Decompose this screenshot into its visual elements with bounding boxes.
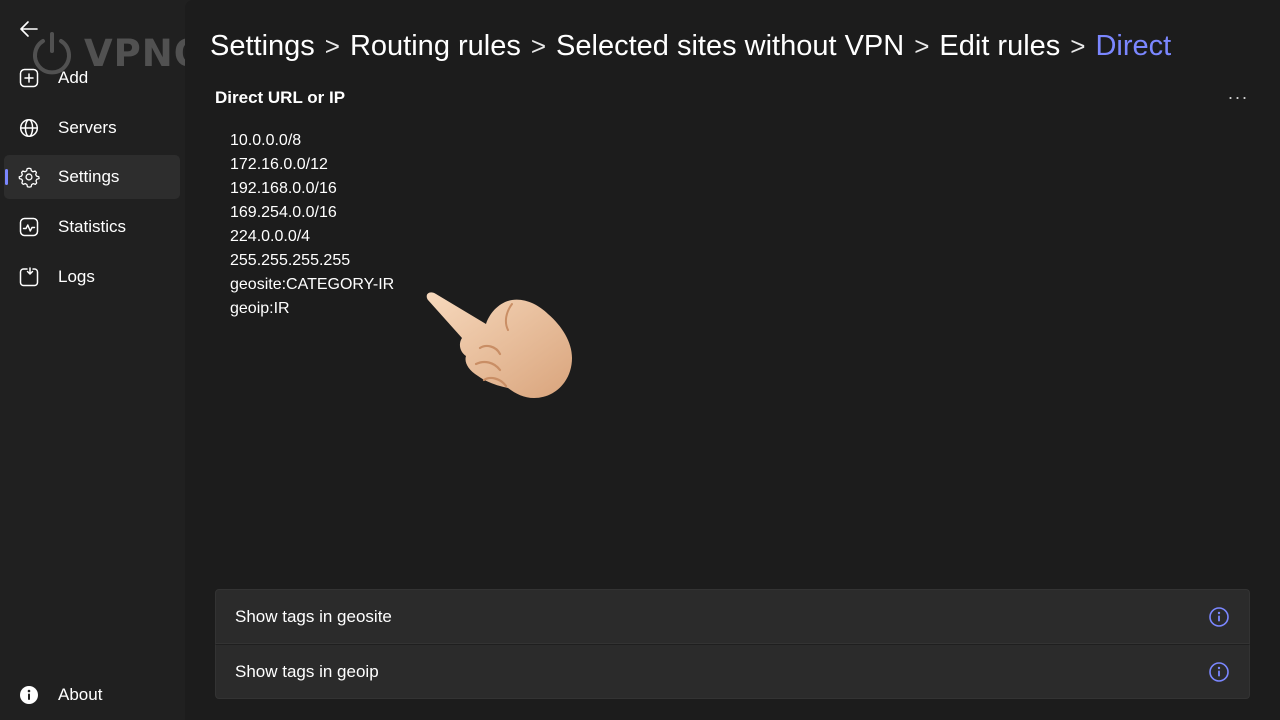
breadcrumb-separator: > (324, 30, 340, 61)
rule-line[interactable]: 169.254.0.0/16 (230, 201, 830, 225)
breadcrumb-current-direct: Direct (1095, 29, 1172, 62)
breadcrumb-item-routing-rules[interactable]: Routing rules (350, 30, 521, 63)
breadcrumb-separator: > (530, 30, 547, 61)
breadcrumb-separator: > (914, 30, 930, 61)
info-icon[interactable] (1208, 661, 1230, 683)
show-tags-geosite-card[interactable]: Show tags in geosite (215, 589, 1250, 644)
sidebar-item-about[interactable]: About (4, 673, 180, 717)
sidebar-item-label: Settings (58, 167, 120, 186)
breadcrumb-item-settings[interactable]: Settings (210, 30, 315, 63)
rule-line[interactable]: 255.255.255.255 (230, 249, 830, 273)
info-icon[interactable] (1208, 606, 1230, 628)
sidebar-item-add[interactable]: Add (4, 56, 180, 100)
rules-list[interactable]: 10.0.0.0/8 172.16.0.0/12 192.168.0.0/16 … (230, 129, 830, 321)
sidebar-item-servers[interactable]: Servers (4, 106, 180, 150)
sidebar-item-label: Add (58, 68, 89, 87)
gear-icon (18, 166, 40, 188)
arrow-left-icon (20, 21, 38, 37)
info-filled-icon (18, 684, 40, 706)
breadcrumb-separator: > (1070, 30, 1086, 61)
breadcrumb: Settings > Routing rules > Selected site… (210, 24, 1171, 68)
show-tags-geoip-card[interactable]: Show tags in geoip (215, 644, 1250, 699)
chart-icon (18, 216, 40, 238)
sidebar-item-statistics[interactable]: Statistics (4, 205, 180, 249)
rule-line[interactable]: 224.0.0.0/4 (230, 225, 830, 249)
logs-icon (18, 266, 40, 288)
sidebar-item-label: About (58, 685, 103, 704)
more-options-button[interactable]: ··· (1222, 84, 1254, 110)
sidebar-item-label: Statistics (58, 217, 127, 236)
sidebar-item-label: Logs (58, 267, 95, 286)
sidebar-item-settings[interactable]: Settings (4, 155, 180, 199)
sidebar-item-logs[interactable]: Logs (4, 255, 180, 299)
rule-line[interactable]: geoip:IR (230, 297, 830, 321)
sidebar: VPNON Add Servers Settings Statistics Lo… (0, 0, 237, 720)
breadcrumb-item-selected-sites[interactable]: Selected sites without VPN (556, 30, 904, 63)
rule-line[interactable]: geosite:CATEGORY-IR (230, 273, 830, 297)
rule-line[interactable]: 192.168.0.0/16 (230, 177, 830, 201)
globe-icon (18, 117, 40, 139)
card-label: Show tags in geosite (235, 606, 392, 626)
rule-line[interactable]: 172.16.0.0/12 (230, 153, 830, 177)
sidebar-item-label: Servers (58, 118, 117, 137)
rule-line[interactable]: 10.0.0.0/8 (230, 129, 830, 153)
add-square-icon (18, 67, 40, 89)
breadcrumb-item-edit-rules[interactable]: Edit rules (939, 30, 1060, 63)
back-button[interactable] (14, 14, 44, 44)
section-title: Direct URL or IP (215, 88, 346, 107)
card-label: Show tags in geoip (235, 661, 379, 681)
